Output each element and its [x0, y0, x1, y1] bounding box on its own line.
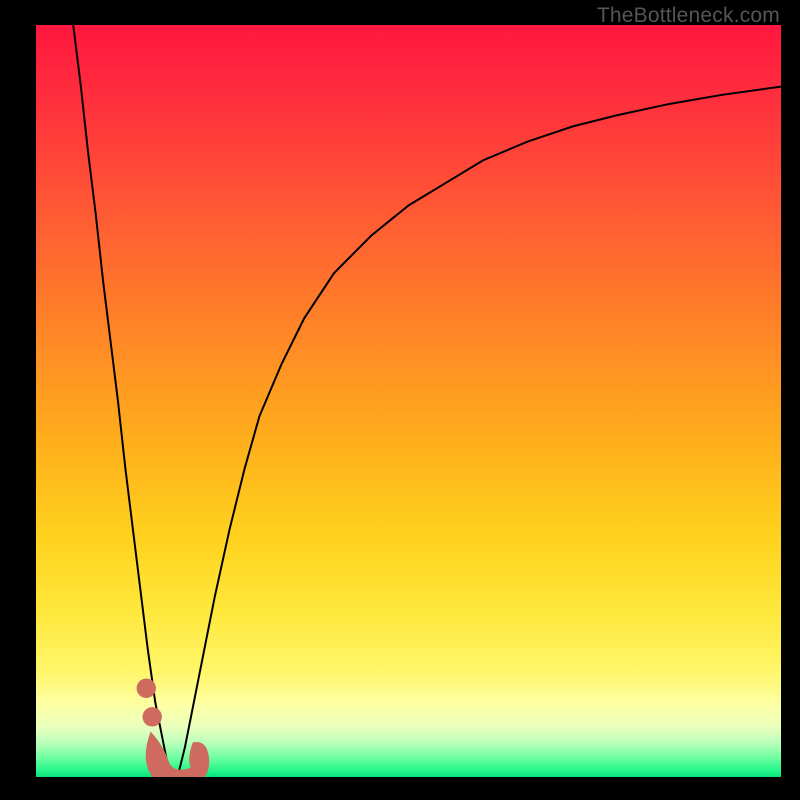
- dot-upper: [137, 679, 156, 698]
- chart-svg: [36, 25, 781, 777]
- plot-area: [36, 25, 781, 777]
- gradient-background: [36, 25, 781, 777]
- chart-frame: TheBottleneck.com: [0, 0, 800, 800]
- dot-mid: [143, 707, 162, 726]
